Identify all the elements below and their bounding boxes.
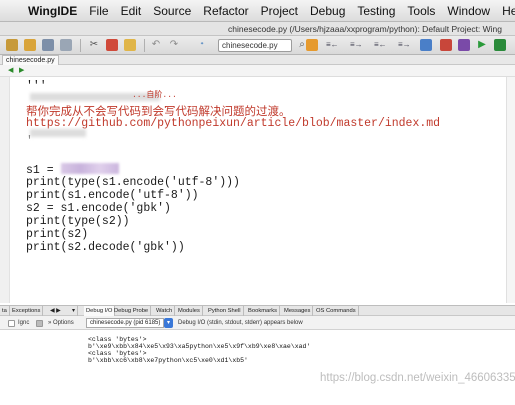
menubar: WingIDE File Edit Source Refactor Projec… xyxy=(0,0,515,22)
code-line: print(type(s2)) xyxy=(26,215,130,228)
window-titlebar: chinesecode.py (/Users/hjzaaa/xxprogram/… xyxy=(0,22,515,36)
undo-icon[interactable]: ↶ xyxy=(150,39,162,51)
outdent-icon[interactable]: ≡← xyxy=(374,39,387,51)
output-line: <class 'bytes'> xyxy=(88,350,147,357)
menu-testing[interactable]: Testing xyxy=(357,4,395,18)
docstring-close: ' xyxy=(26,135,33,148)
menu-file[interactable]: File xyxy=(89,4,108,18)
back-icon[interactable]: ◀ xyxy=(8,67,13,75)
copy-icon[interactable] xyxy=(106,39,118,51)
tab-menu-icon[interactable]: ▾ xyxy=(70,306,78,316)
tab-debug-io[interactable]: Debug I/O xyxy=(84,306,116,316)
menu-debug[interactable]: Debug xyxy=(310,4,345,18)
menu-edit[interactable]: Edit xyxy=(121,4,142,18)
paste-icon[interactable] xyxy=(124,39,136,51)
window-title: chinesecode.py (/Users/hjzaaa/xxprogram/… xyxy=(228,24,503,34)
new-file-icon[interactable] xyxy=(6,39,18,51)
toolbar-separator xyxy=(80,39,81,52)
stop-icon[interactable] xyxy=(458,39,470,51)
tab-os-commands[interactable]: OS Commands xyxy=(314,306,359,316)
toolbar-separator xyxy=(144,39,145,52)
run-icon[interactable]: ▶ xyxy=(476,39,488,51)
goto-icon[interactable]: ᐩ xyxy=(196,39,208,51)
navigation-bar: ◀ ▶ xyxy=(0,65,515,77)
ignore-checkbox[interactable] xyxy=(8,320,15,327)
tab-chinesecode[interactable]: chinesecode.py xyxy=(2,55,59,65)
tab-modules[interactable]: Modules xyxy=(176,306,203,316)
menu-refactor[interactable]: Refactor xyxy=(203,4,248,18)
pdf-icon[interactable] xyxy=(440,39,452,51)
code-line: print(type(s1.encode('utf-8'))) xyxy=(26,176,240,189)
chevron-down-icon[interactable]: ▾ xyxy=(164,318,173,328)
tab-scroll-arrows[interactable]: ◀ ▶ xyxy=(48,306,63,316)
tab-messages[interactable]: Messages xyxy=(282,306,314,316)
tab-watch[interactable]: Watch xyxy=(154,306,176,316)
code-line: print(s2) xyxy=(26,228,89,241)
tab-stack[interactable]: ta xyxy=(0,306,10,316)
search-input[interactable]: chinesecode.py xyxy=(218,39,292,52)
code-line: s1 = xyxy=(26,163,119,177)
blurred-text xyxy=(30,129,86,137)
menu-window[interactable]: Window xyxy=(447,4,490,18)
watermark: https://blog.csdn.net/weixin_46606335 xyxy=(320,372,515,384)
editor-scrollbar[interactable] xyxy=(506,77,515,303)
save-icon[interactable] xyxy=(42,39,54,51)
menu-tools[interactable]: Tools xyxy=(407,4,435,18)
menu-project[interactable]: Project xyxy=(261,4,298,18)
panel-tab-bar: ta Exceptions ◀ ▶ ▾ Debug I/O Debug Prob… xyxy=(0,305,515,316)
debug-io-output[interactable]: <class 'bytes'> b'\xe9\xbb\x84\xe5\x93\x… xyxy=(0,330,515,405)
python-icon[interactable] xyxy=(420,39,432,51)
indent-right-icon[interactable]: ≡→ xyxy=(350,39,363,51)
tab-python-shell[interactable]: Python Shell xyxy=(206,306,244,316)
options-chevron-icon: » xyxy=(48,320,52,326)
menu-source[interactable]: Source xyxy=(153,4,191,18)
ignore-label: Ignc xyxy=(18,320,30,326)
output-line: <class 'bytes'> xyxy=(88,336,147,343)
code-editor[interactable]: ''' ...自阶... 帮你完成从不会写代码到会写代码解决问题的过渡。 htt… xyxy=(0,77,515,303)
save-all-icon[interactable] xyxy=(60,39,72,51)
forward-icon[interactable]: ▶ xyxy=(19,67,24,75)
toolbar: ✂ ↶ ↷ ᐩ chinesecode.py ⌕ ≡← ≡→ ≡← ≡→ ▶ xyxy=(0,36,515,55)
cut-icon[interactable]: ✂ xyxy=(88,39,100,51)
file-tab-bar: chinesecode.py xyxy=(0,55,515,65)
debug-icon[interactable] xyxy=(494,39,506,51)
options-button[interactable]: » Options xyxy=(48,318,74,328)
redacted-string xyxy=(60,163,119,174)
comment-icon[interactable]: ≡→ xyxy=(398,39,411,51)
url-line: https://github.com/pythonpeixun/article/… xyxy=(26,117,441,130)
docstring-open: ''' xyxy=(26,80,47,93)
debug-io-toolbar: Ignc » Options chinesecode.py (pid 6185)… xyxy=(0,316,515,330)
editor-gutter xyxy=(0,77,10,303)
output-line: b'\xe9\xbb\x84\xe5\x93\xa5python\xe5\x9f… xyxy=(88,343,311,350)
code-line: s2 = s1.encode('gbk') xyxy=(26,202,171,215)
indent-left-icon[interactable]: ≡← xyxy=(326,39,339,51)
code-line: print(s2.decode('gbk')) xyxy=(26,241,185,254)
tab-bookmarks[interactable]: Bookmarks xyxy=(246,306,280,316)
tab-exceptions[interactable]: Exceptions xyxy=(10,306,44,316)
output-line: b'\xbb\xc6\xb8\xe7python\xc5\xe0\xd1\xb5… xyxy=(88,357,248,364)
tab-debug-probe[interactable]: Debug Probe xyxy=(112,306,152,316)
process-selector[interactable]: chinesecode.py (pid 6185) xyxy=(86,318,165,328)
redo-icon[interactable]: ↷ xyxy=(168,39,180,51)
menu-wingide[interactable]: WingIDE xyxy=(28,4,77,18)
code-line: print(s1.encode('utf-8')) xyxy=(26,189,199,202)
options-icon[interactable] xyxy=(36,320,43,327)
open-folder-icon[interactable] xyxy=(24,39,36,51)
menu-help[interactable]: Help xyxy=(502,4,515,18)
wingide-window: WingIDE File Edit Source Refactor Projec… xyxy=(0,0,515,405)
debug-io-status: Debug I/O (stdin, stdout, stderr) appear… xyxy=(178,320,303,326)
indent-icon[interactable] xyxy=(306,39,318,51)
partial-line: ...自阶... xyxy=(132,91,177,100)
